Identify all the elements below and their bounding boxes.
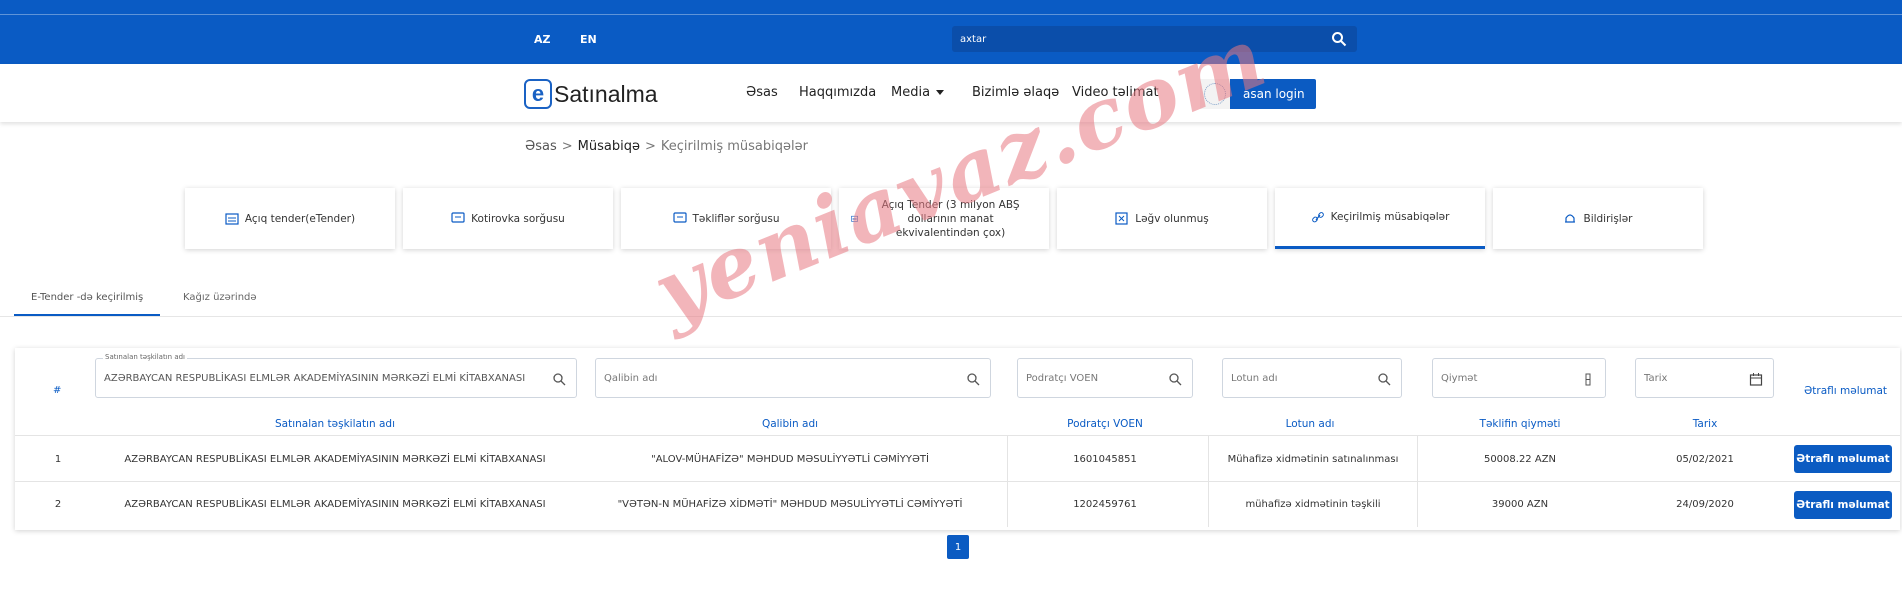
column-divider bbox=[1208, 435, 1209, 527]
search-icon[interactable] bbox=[552, 372, 566, 386]
link-icon bbox=[1311, 211, 1324, 222]
tabs-divider bbox=[0, 316, 1902, 317]
column-divider bbox=[1007, 435, 1008, 527]
row-divider bbox=[15, 481, 1900, 482]
tab-paper[interactable]: Kağız üzərində bbox=[183, 292, 257, 303]
lot-filter[interactable]: Lotun adı bbox=[1222, 358, 1402, 398]
pagination-page-1[interactable]: 1 bbox=[947, 535, 969, 559]
row-index: 1 bbox=[54, 454, 62, 465]
breadcrumb-contest[interactable]: Müsabiqə bbox=[578, 139, 640, 154]
breadcrumb-separator: > bbox=[644, 139, 656, 154]
row-voen: 1601045851 bbox=[1073, 454, 1137, 465]
top-bar bbox=[0, 0, 1902, 64]
row-index: 2 bbox=[54, 499, 62, 510]
details-button[interactable]: Ətraflı məlumat bbox=[1794, 491, 1892, 519]
breadcrumb-home[interactable]: Əsas bbox=[525, 139, 557, 154]
card-label: Keçirilmiş müsabiqələr bbox=[1330, 211, 1450, 223]
card-label: Ləğv olunmuş bbox=[1135, 212, 1209, 225]
column-header-date: Tarix bbox=[1692, 418, 1718, 430]
row-lot: Mühafizə xidmətinin satınalınması bbox=[1227, 454, 1399, 465]
row-price: 39000 AZN bbox=[1491, 499, 1549, 510]
nav-about[interactable]: Haqqımızda bbox=[799, 85, 876, 100]
org-filter[interactable]: Satınalan təşkilatın adı AZƏRBAYCAN RESP… bbox=[95, 353, 577, 398]
logo-mark: e bbox=[524, 79, 552, 109]
row-org: AZƏRBAYCAN RESPUBLİKASI ELMLƏR AKADEMİYA… bbox=[124, 499, 546, 510]
tender-icon bbox=[225, 213, 239, 225]
date-filter[interactable]: Tarix bbox=[1635, 358, 1774, 398]
card-cancelled[interactable]: Ləğv olunmuş bbox=[1057, 188, 1267, 249]
row-voen: 1202459761 bbox=[1073, 499, 1137, 510]
price-filter[interactable]: Qiymət bbox=[1432, 358, 1606, 398]
nav-media[interactable]: Media bbox=[891, 85, 945, 100]
row-lot: mühafizə xidmətinin təşkili bbox=[1245, 499, 1381, 510]
main-navbar: e Satınalma Əsas Haqqımızda Media Biziml… bbox=[0, 64, 1902, 122]
search-icon[interactable] bbox=[966, 372, 980, 386]
column-divider bbox=[1417, 435, 1418, 527]
search-icon[interactable] bbox=[1331, 31, 1347, 47]
bell-icon bbox=[1565, 214, 1576, 223]
lot-filter-placeholder: Lotun adı bbox=[1231, 373, 1278, 384]
row-date: 05/02/2021 bbox=[1676, 454, 1734, 465]
row-price: 50008.22 AZN bbox=[1483, 454, 1557, 465]
column-header-voen: Podratçı VOEN bbox=[1067, 418, 1143, 430]
details-header: Ətraflı məlumat bbox=[1804, 385, 1888, 397]
chat-icon bbox=[672, 212, 687, 223]
winner-filter[interactable]: Qalibin adı bbox=[595, 358, 991, 398]
close-box-icon bbox=[1115, 212, 1128, 225]
winner-filter-placeholder: Qalibin adı bbox=[604, 373, 658, 384]
card-quotation[interactable]: Kotirovka sorğusu bbox=[403, 188, 613, 249]
column-header-price: Təklifin qiyməti bbox=[1479, 418, 1561, 430]
date-filter-placeholder: Tarix bbox=[1644, 373, 1668, 384]
number-stepper-icon[interactable] bbox=[1581, 372, 1595, 386]
chat-icon bbox=[451, 212, 465, 223]
card-notifications[interactable]: Bildirişlər bbox=[1493, 188, 1703, 249]
row-org: AZƏRBAYCAN RESPUBLİKASI ELMLƏR AKADEMİYA… bbox=[124, 454, 546, 465]
search-icon[interactable] bbox=[1168, 372, 1182, 386]
details-button[interactable]: Ətraflı məlumat bbox=[1794, 445, 1892, 473]
column-header-winner: Qalibin adı bbox=[761, 418, 819, 430]
breadcrumb-separator: > bbox=[561, 139, 573, 154]
card-open-tender[interactable]: Açıq tender(eTender) bbox=[185, 188, 395, 249]
index-header: # bbox=[53, 385, 62, 396]
column-header-org: Satınalan təşkilatın adı bbox=[274, 418, 395, 430]
row-winner: "VƏTƏN-N MÜHAFİZƏ XİDMƏTİ" MƏHDUD MƏSULİ… bbox=[617, 499, 963, 510]
logo-text: Satınalma bbox=[554, 80, 658, 107]
nav-media-label: Media bbox=[891, 85, 931, 100]
card-completed-contests[interactable]: Keçirilmiş müsabiqələr bbox=[1275, 188, 1485, 249]
nav-home[interactable]: Əsas bbox=[746, 85, 778, 100]
search-input[interactable] bbox=[960, 30, 1320, 48]
column-header-lot: Lotun adı bbox=[1285, 418, 1335, 430]
chevron-down-icon bbox=[936, 90, 945, 95]
price-filter-placeholder: Qiymət bbox=[1441, 373, 1478, 384]
search-icon[interactable] bbox=[1377, 372, 1391, 386]
org-filter-label: Satınalan təşkilatın adı bbox=[103, 353, 188, 361]
breadcrumb-current: Keçirilmiş müsabiqələr bbox=[660, 139, 808, 154]
org-filter-value: AZƏRBAYCAN RESPUBLİKASI ELMLƏR AKADEMİYA… bbox=[104, 373, 526, 384]
logo[interactable]: e Satınalma bbox=[524, 78, 658, 110]
card-label: Bildirişlər bbox=[1583, 212, 1633, 225]
lang-az-link[interactable]: AZ bbox=[534, 33, 551, 46]
tab-etender[interactable]: E-Tender -də keçirilmiş bbox=[31, 292, 143, 303]
row-divider bbox=[15, 435, 1900, 436]
card-label: Açıq tender(eTender) bbox=[244, 212, 356, 225]
voen-filter-placeholder: Podratçı VOEN bbox=[1026, 373, 1099, 384]
top-divider bbox=[0, 14, 1902, 15]
lang-en-link[interactable]: EN bbox=[580, 33, 597, 46]
calendar-icon[interactable] bbox=[1749, 372, 1763, 386]
card-label: Kotirovka sorğusu bbox=[471, 212, 565, 225]
voen-filter[interactable]: Podratçı VOEN bbox=[1017, 358, 1193, 398]
breadcrumb: Əsas > Müsabiqə > Keçirilmiş müsabiqələr bbox=[525, 139, 808, 154]
row-winner: "ALOV-MÜHAFİZƏ" MƏHDUD MƏSULİYYƏTLİ CƏMİ… bbox=[651, 454, 929, 465]
row-date: 24/09/2020 bbox=[1676, 499, 1734, 510]
